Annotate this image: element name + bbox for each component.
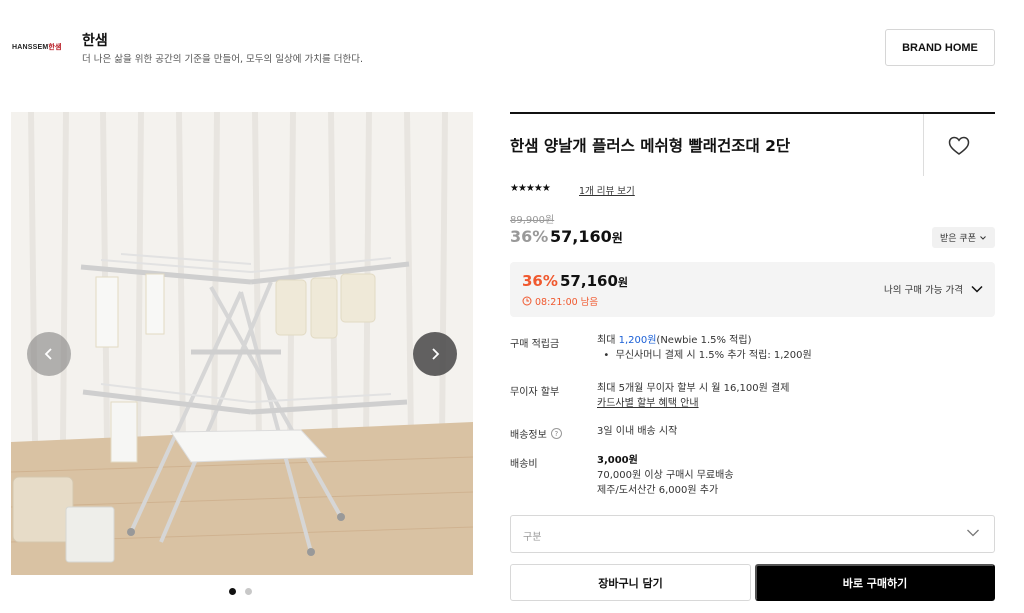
gallery-dot-2[interactable]	[245, 588, 252, 595]
chevron-down-icon	[971, 285, 983, 293]
drying-rack-photo	[11, 112, 473, 575]
brand-name[interactable]: 한샘	[82, 30, 108, 50]
my-price-toggle[interactable]: 나의 구매 가능 가격	[884, 282, 983, 296]
wishlist-button[interactable]	[948, 136, 970, 160]
coupon-button[interactable]: 받은 쿠폰	[932, 227, 995, 248]
delivery-value: 3일 이내 배송 시작	[597, 426, 678, 437]
heart-icon	[948, 136, 970, 155]
installment-value: 최대 5개월 무이자 할부 시 월 16,100원 결제 카드사별 할부 혜택 …	[597, 381, 789, 411]
shipping-value: 3,000원 70,000원 이상 구매시 무료배송 제주/도서산간 6,000…	[597, 453, 734, 498]
my-price-label: 나의 구매 가능 가격	[884, 285, 963, 296]
delivery-label-text: 배송정보	[510, 430, 547, 441]
option-placeholder: 구분	[523, 532, 542, 543]
installment-text: 최대 5개월 무이자 할부 시 월 16,100원 결제	[597, 383, 790, 394]
brand-home-button[interactable]: BRAND HOME	[885, 29, 995, 66]
points-value: 최대 1,200원(Newbie 1.5% 적립) • 무신사머니 결제 시 1…	[597, 333, 812, 363]
brand-logo-accent: 한샘	[48, 44, 62, 51]
best-price-box: 36% 57,160원 08:21:00 남음 나의 구매 가능 가격	[510, 262, 995, 317]
brand-logo[interactable]: HANSSEM한샘	[12, 42, 62, 52]
add-to-cart-button[interactable]: 장바구니 담기	[510, 564, 751, 601]
help-icon[interactable]: ?	[550, 428, 562, 439]
chevron-right-icon	[432, 348, 440, 360]
title-divider	[923, 114, 924, 176]
brand-logo-main: HANSSEM	[12, 44, 49, 51]
gallery-next-button[interactable]	[413, 332, 457, 376]
sale-price-number: 57,160	[550, 227, 612, 246]
timer-text: 08:21:00 남음	[535, 297, 599, 308]
points-suffix: (Newbie 1.5% 적립)	[656, 335, 752, 346]
best-discount-percent: 36%	[522, 272, 558, 290]
points-bullet: • 무신사머니 결제 시 1.5% 추가 적립: 1,200원	[597, 350, 812, 361]
shipping-free: 70,000원 이상 구매시 무료배송	[597, 470, 734, 481]
best-price-number: 57,160	[560, 272, 618, 290]
chevron-left-icon	[44, 348, 52, 360]
buy-now-button[interactable]: 바로 구매하기	[755, 564, 995, 601]
best-price-unit: 원	[617, 276, 629, 289]
gallery-prev-button[interactable]	[27, 332, 71, 376]
rating-stars: ★★★★★	[510, 183, 551, 194]
installment-link[interactable]: 카드사별 할부 혜택 안내	[597, 398, 699, 409]
chevron-down-icon	[967, 529, 979, 537]
chevron-down-icon	[980, 235, 986, 240]
shipping-extra: 제주/도서산간 6,000원 추가	[597, 485, 719, 496]
points-bullet-text: 무신사머니 결제 시 1.5% 추가 적립: 1,200원	[615, 350, 812, 361]
sale-price: 57,160원	[550, 227, 623, 246]
brand-description: 더 나은 삶을 위한 공간의 기준을 만들어, 모두의 일상에 가치를 더한다.	[82, 54, 363, 65]
points-amount: 1,200원	[618, 335, 657, 346]
timer: 08:21:00 남음	[522, 294, 598, 308]
shipping-fee: 3,000원	[597, 455, 638, 466]
product-image-gallery[interactable]	[11, 112, 473, 575]
price-unit: 원	[611, 231, 623, 245]
installment-label: 무이자 할부	[510, 387, 560, 398]
gallery-pagination	[229, 588, 252, 595]
product-title: 한샘 양날개 플러스 메쉬형 빨래건조대 2단	[510, 137, 791, 155]
gallery-dot-1[interactable]	[229, 588, 236, 595]
best-price: 57,160원	[560, 272, 628, 290]
original-price: 89,900원	[510, 215, 555, 226]
coupon-label: 받은 쿠폰	[940, 234, 976, 244]
discount-percent: 36%	[510, 227, 549, 246]
points-label: 구매 적립금	[510, 339, 560, 350]
clock-icon	[522, 296, 532, 306]
review-link[interactable]: 1개 리뷰 보기	[579, 183, 635, 197]
points-prefix: 최대	[597, 335, 619, 346]
option-select[interactable]: 구분	[510, 515, 995, 553]
shipping-label: 배송비	[510, 459, 538, 470]
delivery-label: 배송정보 ?	[510, 426, 562, 441]
